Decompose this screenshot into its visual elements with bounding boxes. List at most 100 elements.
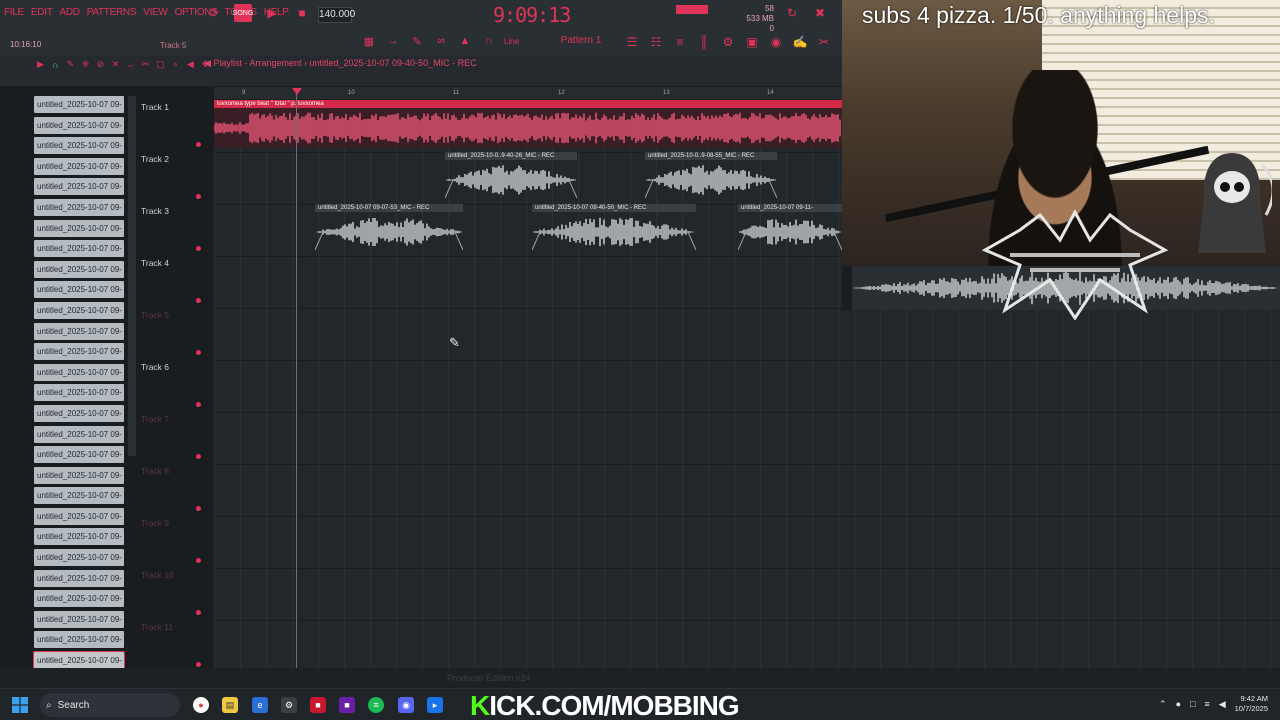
app-icon-purple[interactable]: ■ (339, 697, 355, 713)
discord-icon[interactable]: ◉ (398, 697, 414, 713)
pencil-tool-icon[interactable]: ✎ (64, 58, 77, 71)
playback-tool-icon[interactable]: ◀ (184, 58, 197, 71)
clip-list-scrollbar[interactable] (128, 96, 136, 456)
snap-mode-select[interactable]: Line (504, 37, 544, 46)
pattern-list-item[interactable]: untitled_2025-10-07 09- (34, 301, 124, 319)
playhead-marker[interactable] (292, 88, 302, 95)
track-header[interactable]: Track 5 (138, 308, 212, 360)
file-explorer-icon[interactable]: ▤ (222, 697, 238, 713)
clock[interactable]: 9:42 AM 10/7/2025 (1235, 694, 1268, 714)
track-mute-led[interactable] (196, 506, 201, 511)
delete-tool-icon[interactable]: ⊘ (94, 58, 107, 71)
taskbar-search[interactable]: ⌕ Search (40, 693, 180, 717)
network-icon[interactable]: ≡ (1204, 699, 1209, 709)
windows-start-icon[interactable] (12, 697, 28, 713)
magnet-icon[interactable]: ∩ (49, 58, 62, 71)
pattern-selector[interactable]: Pattern 1 (556, 33, 606, 49)
menu-add[interactable]: ADD (60, 7, 81, 18)
pattern-list-item[interactable]: untitled_2025-10-07 09- (34, 116, 124, 134)
track-header[interactable]: Track 2 (138, 152, 212, 204)
stop-button[interactable]: ■ (292, 4, 312, 22)
paint-tool-icon[interactable]: ❈ (79, 58, 92, 71)
arrangement-grid[interactable]: luvxomea type beat " total " p. luvxomea… (214, 100, 842, 668)
play-button[interactable]: ▶ (262, 4, 282, 22)
menu-file[interactable]: FILE (4, 7, 24, 18)
pattern-list-item[interactable]: untitled_2025-10-07 09- (34, 590, 124, 608)
browser-icon[interactable]: ▣ (742, 33, 762, 51)
audio-clip-vocal[interactable]: untitled_2025-10-07 09-40-50_MIC - REC (532, 204, 696, 252)
audio-clip-vocal[interactable]: untitled_2025-10-0..9-08-55_MIC - REC (645, 152, 777, 200)
chrome-icon[interactable]: ● (193, 697, 209, 713)
tempo-display[interactable]: 140.000 (318, 7, 355, 23)
edge-icon[interactable]: e (252, 697, 268, 713)
pattern-list-item[interactable]: untitled_2025-10-07 09- (34, 569, 124, 587)
playlist-icon[interactable]: ☰ (622, 33, 642, 51)
track-mute-led[interactable] (196, 662, 201, 667)
pattern-list-item[interactable]: untitled_2025-10-07 09- (34, 198, 124, 216)
arrow-icon[interactable]: → (384, 33, 402, 49)
arrangement-grid-extension[interactable] (842, 310, 1280, 668)
slice-tool-icon[interactable]: ✂ (139, 58, 152, 71)
pattern-list-item[interactable]: untitled_2025-10-07 09- (34, 549, 124, 567)
channel-rack-icon[interactable]: ≡ (670, 33, 690, 51)
brush-icon[interactable]: ✍ (790, 33, 810, 51)
pattern-list-item[interactable]: untitled_2025-10-07 09- (34, 425, 124, 443)
chevron-up-icon[interactable]: ⌃ (1159, 699, 1167, 710)
timeline-ruler[interactable]: 9 10 11 12 13 14 (214, 87, 842, 99)
settings-icon[interactable]: ⚙ (281, 697, 297, 713)
pattern-list-item[interactable]: untitled_2025-10-07 09- (34, 446, 124, 464)
pattern-list-item[interactable]: untitled_2025-10-07 09- (34, 281, 124, 299)
track-header[interactable]: Track 4 (138, 256, 212, 308)
track-header[interactable]: Track 1 (138, 100, 212, 152)
track-mute-led[interactable] (196, 246, 201, 251)
track-header[interactable]: Track 10 (138, 568, 212, 620)
track-header[interactable]: Track 6 (138, 360, 212, 412)
pattern-list-item[interactable]: untitled_2025-10-07 09- (34, 466, 124, 484)
track-mute-led[interactable] (196, 454, 201, 459)
snap-icon[interactable]: ▦ (360, 33, 378, 49)
restart-icon[interactable]: ↻ (782, 4, 802, 22)
mic-tray-icon[interactable]: ● (1176, 699, 1181, 709)
pattern-list-item[interactable]: untitled_2025-10-07 09- (34, 528, 124, 546)
track-header[interactable]: Track 9 (138, 516, 212, 568)
track-mute-led[interactable] (196, 402, 201, 407)
plugin-icon[interactable]: ⚙ (718, 33, 738, 51)
zoom-tool-icon[interactable]: ⌕ (169, 58, 182, 71)
app-icon-red[interactable]: ■ (310, 697, 326, 713)
track-mute-led[interactable] (196, 142, 201, 147)
pattern-list-item[interactable]: untitled_2025-10-07 09- (34, 363, 124, 381)
pattern-list-item[interactable]: untitled_2025-10-07 09- (34, 96, 124, 113)
track-header[interactable]: Track 3 (138, 204, 212, 256)
pattern-list-item[interactable]: untitled_2025-10-07 09- (34, 343, 124, 361)
select-tool-icon[interactable]: ▢ (154, 58, 167, 71)
audio-clip-beat[interactable]: luvxomea type beat " total " p. luvxomea (214, 100, 842, 148)
tools-icon[interactable]: ✖ (810, 4, 830, 22)
track-mute-led[interactable] (196, 194, 201, 199)
audio-clip-vocal[interactable]: untitled_2025-10-07 09-07-53_MIC - REC (315, 204, 463, 252)
track-header[interactable]: Track 11 (138, 620, 212, 672)
audio-clip-vocal[interactable]: untitled_2025-10-0..9-40-26_MIC - REC (445, 152, 577, 200)
record-icon[interactable]: ◉ (766, 33, 786, 51)
pattern-list-item[interactable]: untitled_2025-10-07 09- (34, 322, 124, 340)
pattern-list-item[interactable]: untitled_2025-10-07 09- (34, 487, 124, 505)
piano-roll-icon[interactable]: ☷ (646, 33, 666, 51)
pattern-list-item[interactable]: untitled_2025-10-07 09- (34, 384, 124, 402)
song-mode-toggle[interactable]: SONG (233, 4, 253, 22)
pattern-list-item[interactable]: untitled_2025-10-07 09- (34, 157, 124, 175)
pattern-list-item[interactable]: untitled_2025-10-07 09- (34, 219, 124, 237)
audio-clip-vocal[interactable]: untitled_2025-10-07 09-11- (738, 204, 842, 252)
pattern-list-item[interactable]: untitled_2025-10-07 09- (34, 178, 124, 196)
pattern-list-item[interactable]: untitled_2025-10-07 09- (34, 260, 124, 278)
track-mute-led[interactable] (196, 298, 201, 303)
menu-view[interactable]: VIEW (143, 7, 168, 18)
arrangement-label[interactable]: Arrangement (249, 58, 301, 68)
cut-icon[interactable]: ✂ (814, 33, 834, 51)
pattern-list-item[interactable]: untitled_2025-10-07 09- (34, 610, 124, 628)
track-mute-led[interactable] (196, 558, 201, 563)
track-header[interactable]: Track 7 (138, 412, 212, 464)
pattern-list-item[interactable]: untitled_2025-10-07 09- (34, 240, 124, 258)
link-icon[interactable]: ∞ (432, 33, 450, 49)
spotify-icon[interactable]: ≡ (368, 697, 384, 713)
track-mute-led[interactable] (196, 610, 201, 615)
pattern-list-item[interactable]: untitled_2025-10-07 09- (33, 651, 125, 668)
